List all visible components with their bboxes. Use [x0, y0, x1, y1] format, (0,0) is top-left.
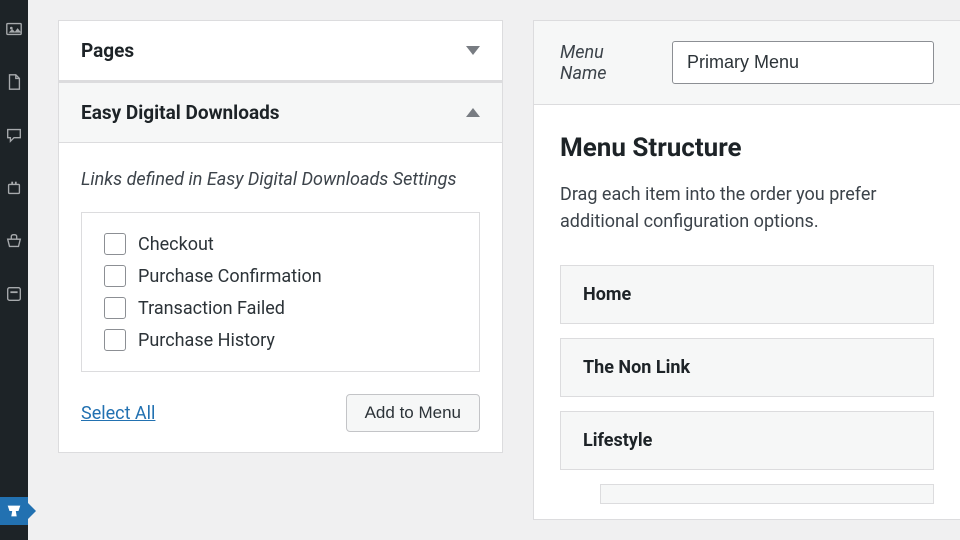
menu-structure-title: Menu Structure: [560, 133, 934, 163]
pages-icon[interactable]: [5, 73, 23, 91]
menu-structure-column: Menu Name Menu Structure Drag each item …: [533, 20, 960, 520]
users-icon[interactable]: [5, 285, 23, 303]
tools-icon[interactable]: [5, 232, 23, 250]
menu-name-bar: Menu Name: [534, 21, 960, 105]
checkbox-group: Checkout Purchase Confirmation Transacti…: [81, 212, 480, 372]
checkbox-label: Transaction Failed: [138, 298, 285, 319]
accordion-panel-pages: Pages: [58, 20, 503, 81]
accordion-body-edd: Links defined in Easy Digital Downloads …: [59, 143, 502, 452]
add-to-menu-button[interactable]: Add to Menu: [346, 394, 480, 432]
comments-icon[interactable]: [5, 126, 23, 144]
checkbox-row-checkout[interactable]: Checkout: [104, 233, 457, 255]
menu-item-lifestyle[interactable]: Lifestyle: [560, 411, 934, 470]
menu-body: Menu Structure Drag each item into the o…: [534, 105, 960, 520]
checkbox[interactable]: [104, 297, 126, 319]
main-content: Pages Easy Digital Downloads Links defin…: [28, 0, 960, 540]
checkbox[interactable]: [104, 233, 126, 255]
panel-footer: Select All Add to Menu: [81, 394, 480, 432]
panel-description: Links defined in Easy Digital Downloads …: [81, 167, 480, 192]
chevron-up-icon: [466, 108, 480, 117]
menu-name-label: Menu Name: [560, 42, 654, 84]
checkbox-label: Purchase Confirmation: [138, 266, 322, 287]
menu-structure-description: Drag each item into the order you prefer…: [560, 181, 934, 235]
checkbox[interactable]: [104, 329, 126, 351]
chevron-down-icon: [466, 46, 480, 55]
checkbox[interactable]: [104, 265, 126, 287]
appearance-icon-active[interactable]: [0, 497, 28, 525]
accordion-header-pages[interactable]: Pages: [59, 21, 502, 80]
menu-item-non-link[interactable]: The Non Link: [560, 338, 934, 397]
admin-sidebar: [0, 0, 28, 540]
media-icon[interactable]: [5, 20, 23, 38]
menu-item-sub[interactable]: [600, 484, 934, 504]
accordion-title: Pages: [81, 39, 134, 62]
accordion-header-edd[interactable]: Easy Digital Downloads: [59, 82, 502, 143]
checkbox-row-purchase-history[interactable]: Purchase History: [104, 329, 457, 351]
menu-name-input[interactable]: [672, 41, 934, 84]
checkbox-label: Checkout: [138, 234, 214, 255]
checkbox-row-purchase-confirmation[interactable]: Purchase Confirmation: [104, 265, 457, 287]
menu-item-home[interactable]: Home: [560, 265, 934, 324]
checkbox-row-transaction-failed[interactable]: Transaction Failed: [104, 297, 457, 319]
accordion-title: Easy Digital Downloads: [81, 101, 280, 124]
checkbox-label: Purchase History: [138, 330, 275, 351]
menu-items-column: Pages Easy Digital Downloads Links defin…: [58, 20, 503, 520]
accordion-panel-edd: Easy Digital Downloads Links defined in …: [58, 81, 503, 453]
select-all-link[interactable]: Select All: [81, 403, 155, 424]
plugin-icon[interactable]: [5, 179, 23, 197]
